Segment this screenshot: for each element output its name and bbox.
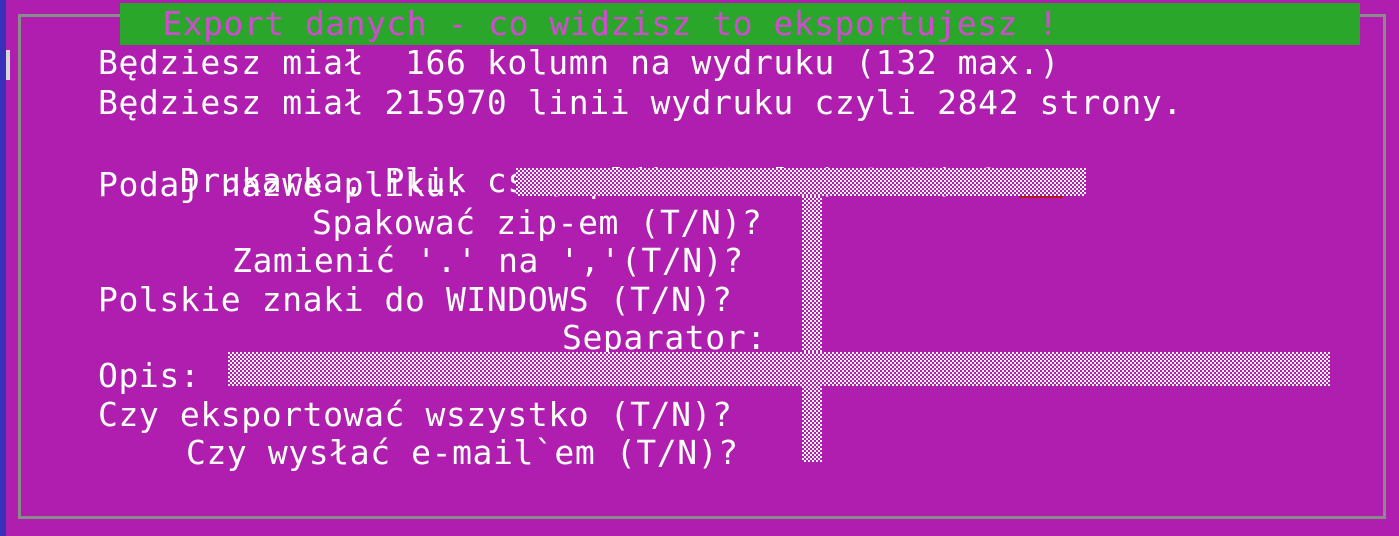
options-input-column[interactable] [802, 196, 822, 352]
email-label: Czy wysłać e-mail`em (T/N)? [186, 433, 739, 472]
filename-input[interactable] [516, 168, 1086, 196]
terminal-screen: Export danych - co widzisz to eksportuje… [0, 0, 1399, 536]
export-all-label: Czy eksportować wszystko (T/N)? [98, 395, 733, 434]
polish-chars-label: Polskie znaki do WINDOWS (T/N)? [98, 280, 733, 319]
left-scrollbar [0, 0, 6, 536]
lines-info: Będziesz miał 215970 linii wydruku czyli… [98, 83, 1183, 122]
dialog-title: Export danych - co widzisz to eksportuje… [120, 3, 1360, 45]
columns-info: Będziesz miał 166 kolumn na wydruku (132… [98, 43, 1060, 82]
zip-label: Spakować zip-em (T/N)? [312, 203, 763, 242]
replace-decimal-label: Zamienić '.' na ','(T/N)? [232, 241, 744, 280]
description-input[interactable] [228, 352, 1330, 386]
description-label: Opis: [98, 356, 221, 395]
scroll-thumb[interactable] [6, 50, 10, 80]
filename-label: Podaj nazwe pliku: [98, 165, 487, 204]
export-email-input-column[interactable] [802, 386, 822, 462]
